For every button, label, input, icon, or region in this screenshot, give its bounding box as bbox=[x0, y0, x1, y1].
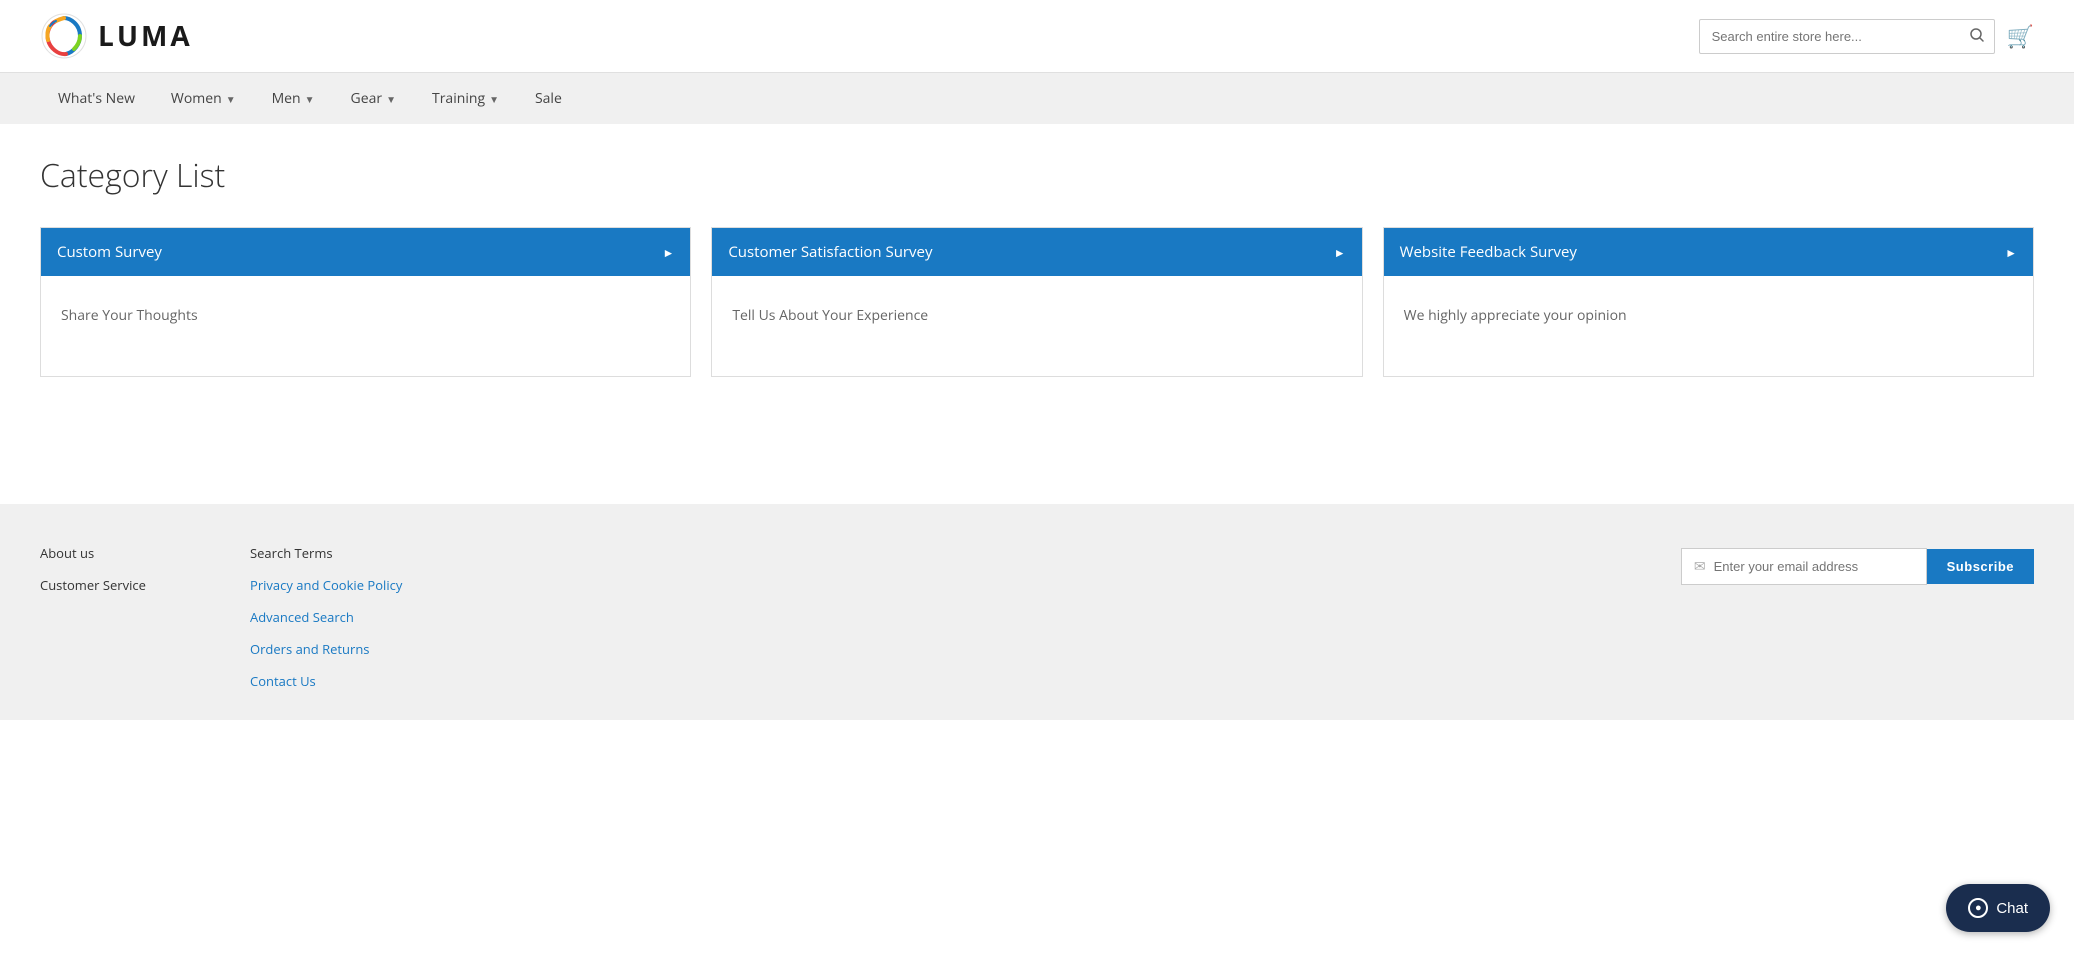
category-card-header-custom-survey: Custom Survey ► bbox=[41, 228, 690, 276]
footer-link-search-terms[interactable]: Search Terms bbox=[250, 544, 402, 562]
logo-icon bbox=[40, 12, 88, 60]
chat-bubble-icon: ● bbox=[1968, 898, 1988, 918]
header-right: 🛒 bbox=[1699, 19, 2034, 54]
chevron-down-icon: ▼ bbox=[226, 92, 236, 106]
newsletter-email-input[interactable] bbox=[1714, 559, 1914, 574]
page-title: Category List bbox=[40, 154, 2034, 197]
newsletter-area: ✉ Subscribe bbox=[1681, 548, 2034, 585]
search-box[interactable] bbox=[1699, 19, 1995, 54]
envelope-icon: ✉ bbox=[1694, 557, 1706, 576]
subscribe-button[interactable]: Subscribe bbox=[1927, 549, 2034, 584]
category-card-custom-survey[interactable]: Custom Survey ► Share Your Thoughts bbox=[40, 227, 691, 377]
search-input[interactable] bbox=[1700, 21, 1960, 52]
nav-item-training[interactable]: Training ▼ bbox=[414, 73, 517, 124]
category-card-satisfaction-survey[interactable]: Customer Satisfaction Survey ► Tell Us A… bbox=[711, 227, 1362, 377]
category-card-body-custom-survey: Share Your Thoughts bbox=[41, 276, 690, 376]
chevron-down-icon: ▼ bbox=[386, 92, 396, 106]
main-content: Category List Custom Survey ► Share Your… bbox=[0, 124, 2074, 504]
arrow-icon: ► bbox=[2005, 244, 2017, 261]
search-button[interactable] bbox=[1960, 20, 1994, 53]
footer-link-contact[interactable]: Contact Us bbox=[250, 672, 402, 690]
category-card-header-feedback-survey: Website Feedback Survey ► bbox=[1384, 228, 2033, 276]
nav-item-whats-new[interactable]: What's New bbox=[40, 73, 153, 124]
arrow-icon: ► bbox=[662, 244, 674, 261]
category-card-feedback-survey[interactable]: Website Feedback Survey ► We highly appr… bbox=[1383, 227, 2034, 377]
arrow-icon: ► bbox=[1334, 244, 1346, 261]
logo-area[interactable]: LUMA bbox=[40, 12, 193, 60]
category-card-body-satisfaction-survey: Tell Us About Your Experience bbox=[712, 276, 1361, 376]
nav-bar: What's New Women ▼ Men ▼ Gear ▼ Training… bbox=[0, 73, 2074, 124]
footer-link-advanced-search[interactable]: Advanced Search bbox=[250, 608, 402, 626]
cart-icon[interactable]: 🛒 bbox=[2007, 21, 2034, 51]
footer-link-orders-returns[interactable]: Orders and Returns bbox=[250, 640, 402, 658]
footer: About us Customer Service Search Terms P… bbox=[0, 504, 2074, 720]
footer-col-about: About us Customer Service bbox=[40, 544, 190, 594]
category-grid: Custom Survey ► Share Your Thoughts Cust… bbox=[40, 227, 2034, 377]
footer-col-links: Search Terms Privacy and Cookie Policy A… bbox=[250, 544, 402, 690]
footer-link-privacy[interactable]: Privacy and Cookie Policy bbox=[250, 576, 402, 594]
nav-item-men[interactable]: Men ▼ bbox=[254, 73, 333, 124]
footer-link-about[interactable]: About us bbox=[40, 544, 190, 562]
category-card-header-satisfaction-survey: Customer Satisfaction Survey ► bbox=[712, 228, 1361, 276]
search-icon bbox=[1970, 28, 1984, 42]
nav-item-gear[interactable]: Gear ▼ bbox=[333, 73, 414, 124]
footer-link-customer-service[interactable]: Customer Service bbox=[40, 576, 190, 594]
chat-button[interactable]: ● Chat bbox=[1946, 884, 2050, 932]
logo-text: LUMA bbox=[98, 17, 193, 55]
chevron-down-icon: ▼ bbox=[305, 92, 315, 106]
nav-item-sale[interactable]: Sale bbox=[517, 73, 580, 124]
category-card-body-feedback-survey: We highly appreciate your opinion bbox=[1384, 276, 2033, 376]
chat-label: Chat bbox=[1996, 900, 2028, 917]
chevron-down-icon: ▼ bbox=[489, 92, 499, 106]
header: LUMA 🛒 bbox=[0, 0, 2074, 73]
nav-item-women[interactable]: Women ▼ bbox=[153, 73, 254, 124]
newsletter-input-wrap: ✉ bbox=[1681, 548, 1927, 585]
